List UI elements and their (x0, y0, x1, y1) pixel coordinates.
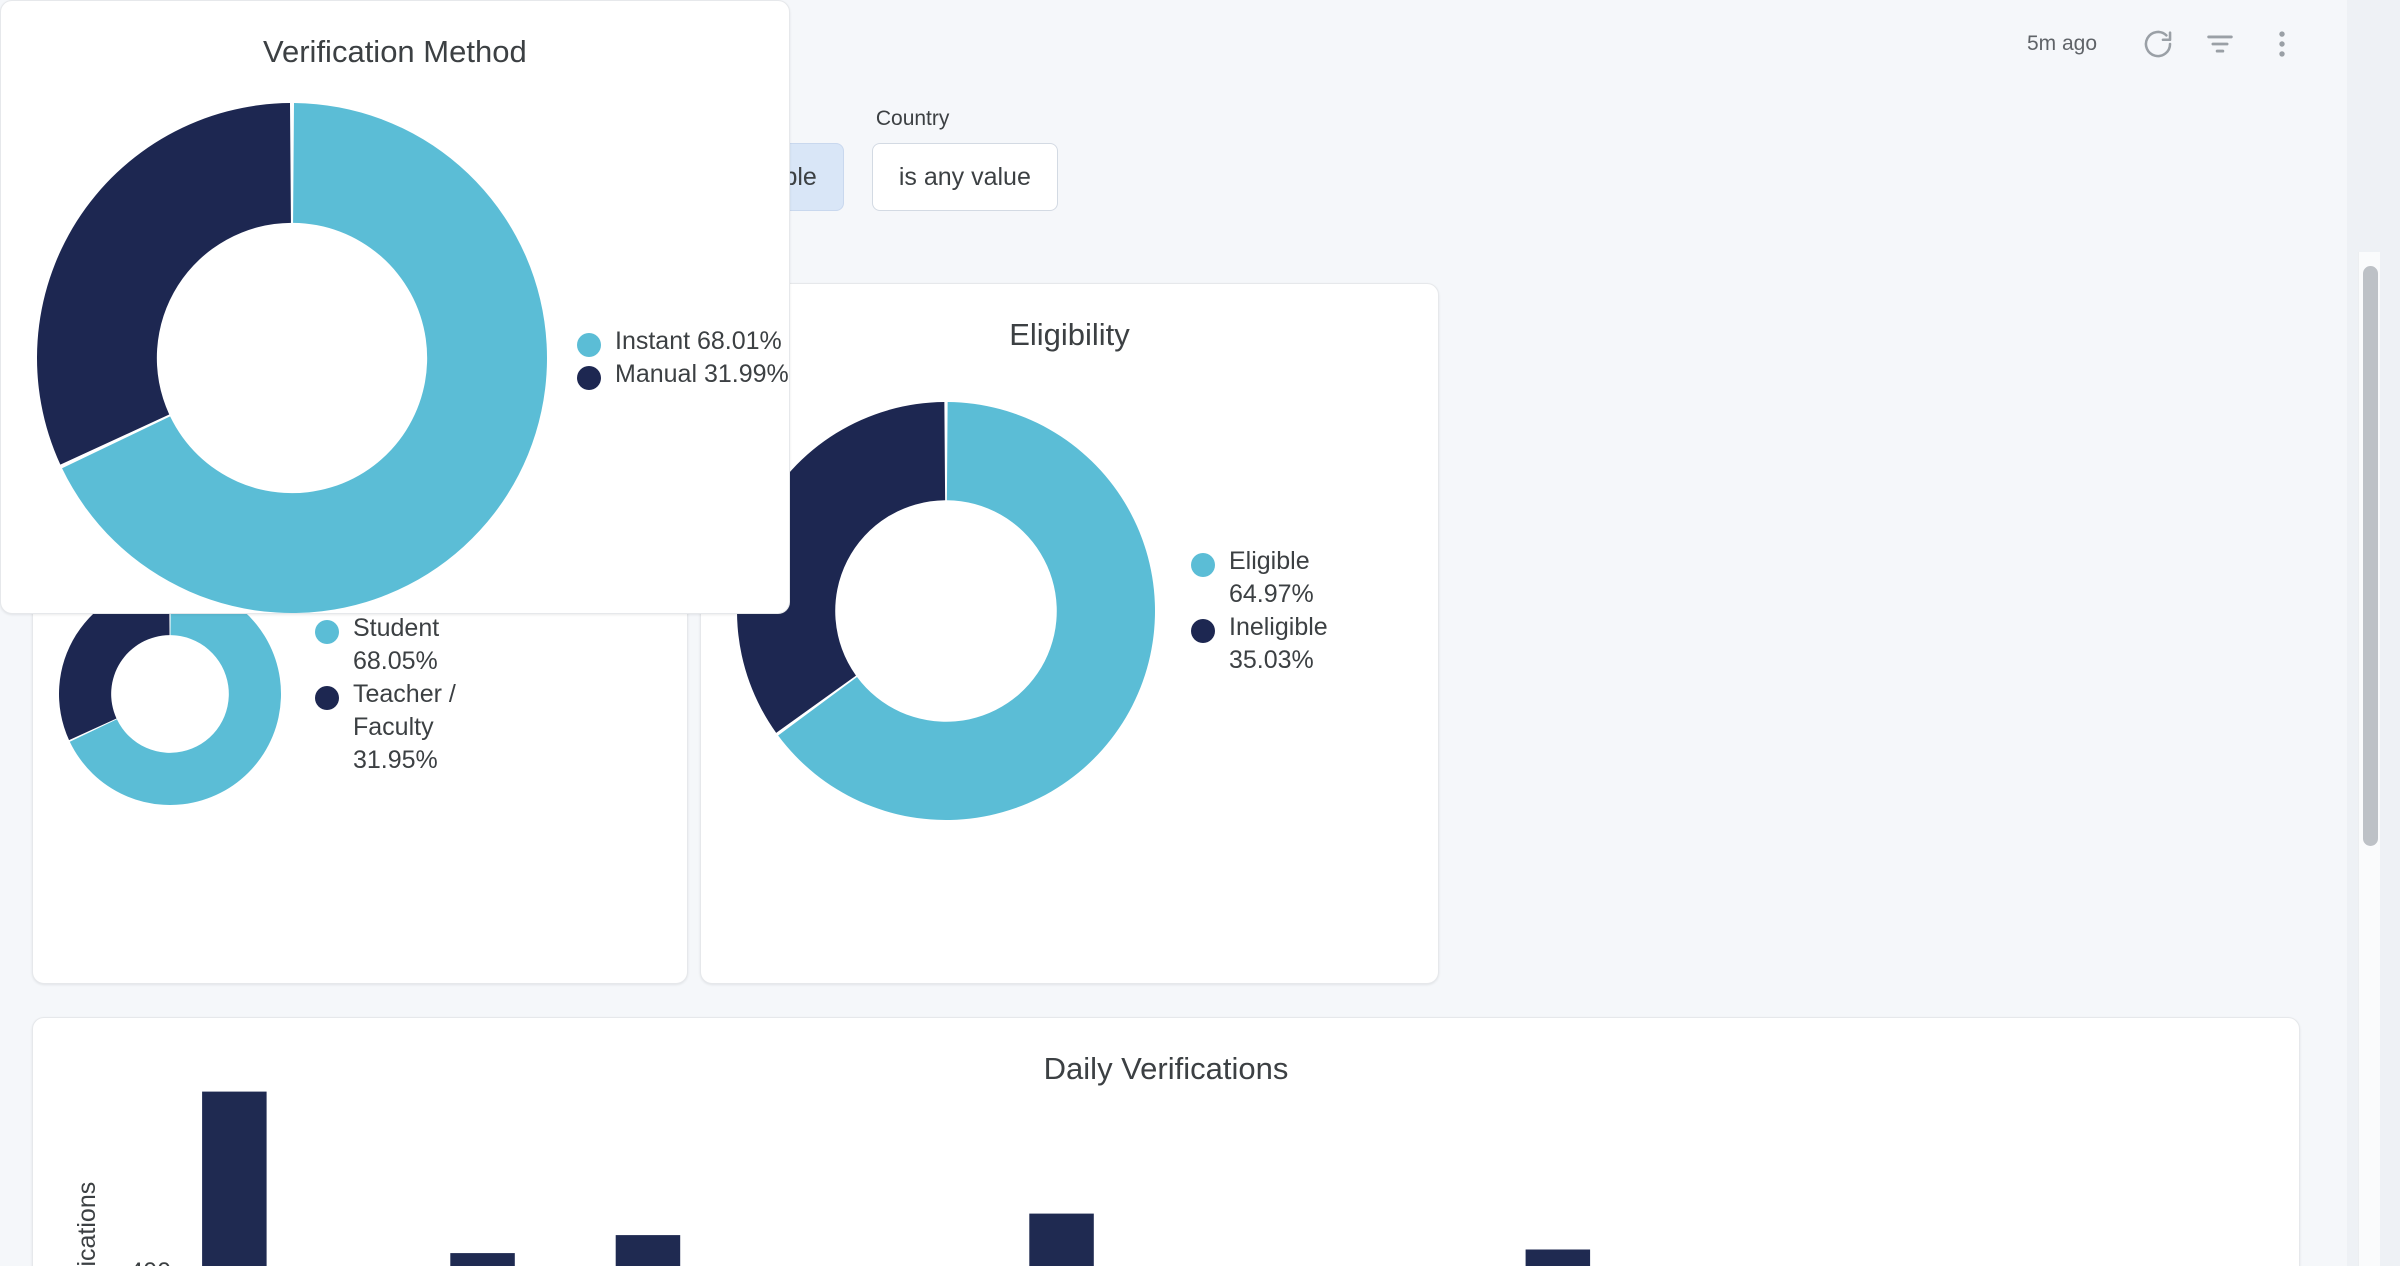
last-refresh-stamp: 5m ago (2027, 32, 2097, 56)
donut-chart-your-segments[interactable] (59, 583, 281, 805)
more-vert-icon[interactable] (2251, 13, 2313, 75)
bar[interactable] (202, 1092, 267, 1266)
filter-chip-is-any-value[interactable]: is any value (872, 143, 1058, 211)
legend-verification-method: Instant 68.01%Manual 31.99% (577, 325, 789, 391)
legend-item-teacher-faculty[interactable]: Teacher /Faculty31.95% (315, 678, 456, 777)
header-actions: 5m ago (2027, 13, 2313, 75)
legend-label: Manual 31.99% (615, 358, 789, 391)
legend-label: Teacher /Faculty31.95% (353, 678, 456, 777)
legend-label: Ineligible35.03% (1229, 611, 1328, 677)
bar[interactable] (616, 1235, 681, 1266)
legend-color-swatch (577, 333, 601, 357)
card-title-verification-method: Verification Method (1, 1, 789, 69)
legend-eligibility: Eligible64.97%Ineligible35.03% (1191, 545, 1328, 677)
filter-icon[interactable] (2189, 13, 2251, 75)
filter-group-country: Country is any value (872, 108, 1058, 211)
chart-card-eligibility[interactable]: Eligibility Eligible64.97%Ineligible35.0… (700, 283, 1439, 984)
refresh-icon[interactable] (2127, 13, 2189, 75)
legend-color-swatch (1191, 553, 1215, 577)
y-axis-tick-label: 400 (129, 1258, 171, 1266)
bar[interactable] (450, 1253, 515, 1266)
legend-label: Instant 68.01% (615, 325, 782, 358)
legend-item-instant[interactable]: Instant 68.01% (577, 325, 789, 358)
legend-color-swatch (315, 686, 339, 710)
chart-card-daily-verifications[interactable]: Daily Verifications 400Count of Verifica… (32, 1017, 2300, 1266)
legend-color-swatch (1191, 619, 1215, 643)
legend-item-eligible[interactable]: Eligible64.97% (1191, 545, 1328, 611)
legend-item-student[interactable]: Student68.05% (315, 612, 456, 678)
chart-card-verification-method[interactable]: Verification Method Instant 68.01%Manual… (0, 0, 790, 614)
legend-label: Student68.05% (353, 612, 439, 678)
filter-label: Country (872, 108, 1058, 129)
dashboard-root: Performance Dashboard 5m ago (0, 0, 2400, 1266)
bar-chart-daily-verifications[interactable]: 400 Count of Verifications (33, 1018, 2299, 1266)
vertical-scrollbar-track[interactable] (2358, 252, 2380, 1266)
vertical-scrollbar-thumb[interactable] (2363, 266, 2378, 846)
legend-item-ineligible[interactable]: Ineligible35.03% (1191, 611, 1328, 677)
legend-color-swatch (315, 620, 339, 644)
donut-chart-verification-method[interactable] (37, 103, 547, 613)
legend-your-segments: Student68.05%Teacher /Faculty31.95% (315, 612, 456, 777)
donut-chart-eligibility[interactable] (737, 402, 1155, 820)
legend-color-swatch (577, 366, 601, 390)
donut-slice-manual[interactable] (37, 103, 291, 465)
card-title-eligibility: Eligibility (701, 284, 1438, 352)
filter-chip-row: is any value (872, 143, 1058, 211)
y-axis-title: Count of Verifications (73, 1182, 101, 1266)
bar[interactable] (1526, 1250, 1591, 1266)
bar[interactable] (1029, 1214, 1094, 1266)
legend-label: Eligible64.97% (1229, 545, 1314, 611)
legend-item-manual[interactable]: Manual 31.99% (577, 358, 789, 391)
